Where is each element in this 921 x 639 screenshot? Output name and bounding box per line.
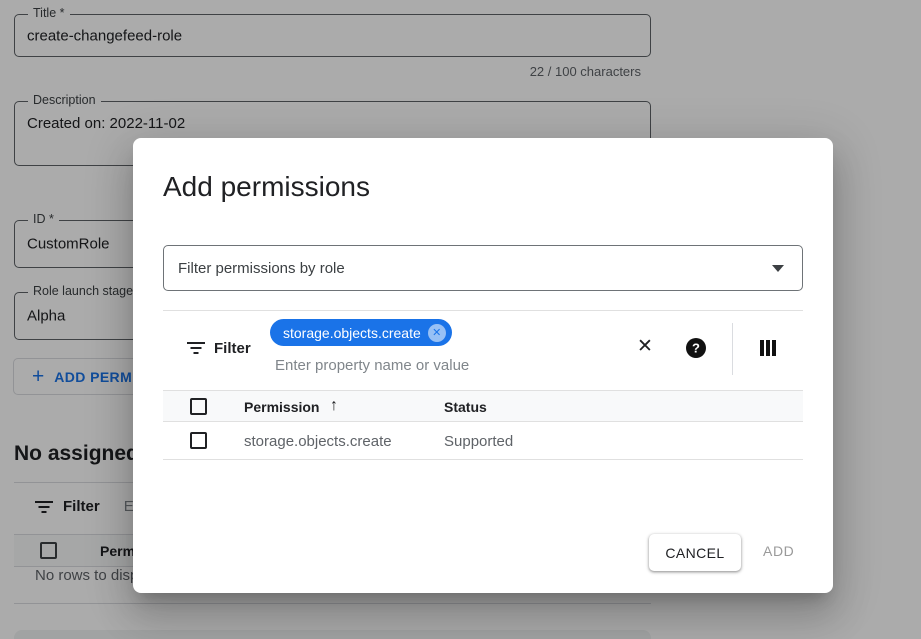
select-all-checkbox[interactable] — [190, 398, 207, 415]
add-permissions-dialog: Add permissions Filter permissions by ro… — [133, 138, 833, 593]
sort-ascending-icon[interactable]: ↑ — [330, 397, 338, 415]
chevron-down-icon — [772, 265, 784, 272]
help-icon[interactable]: ? — [686, 338, 706, 358]
clear-filters-icon[interactable]: ✕ — [637, 337, 653, 356]
column-display-options-icon[interactable] — [760, 340, 776, 356]
dialog-table-header: Permission ↑ Status — [163, 390, 803, 422]
help-glyph: ? — [692, 340, 700, 355]
dialog-filter-label: Filter — [214, 340, 251, 357]
add-button[interactable]: ADD — [763, 543, 794, 559]
dialog-title: Add permissions — [163, 171, 370, 203]
filter-icon — [187, 342, 205, 354]
status-column-header[interactable]: Status — [444, 399, 487, 415]
row-checkbox[interactable] — [190, 432, 207, 449]
filter-chip-label: storage.objects.create — [283, 325, 421, 341]
toolbar-divider — [163, 310, 803, 311]
chip-remove-icon[interactable]: ✕ — [428, 324, 446, 342]
dialog-filter-input[interactable]: Enter property name or value — [275, 357, 469, 374]
filter-chip[interactable]: storage.objects.create ✕ — [270, 319, 452, 346]
screen: Title * create-changefeed-role 22 / 100 … — [0, 0, 921, 639]
status-cell: Supported — [444, 433, 513, 450]
permission-table-row[interactable]: storage.objects.create Supported — [163, 423, 803, 460]
filter-permissions-by-role-select[interactable]: Filter permissions by role — [163, 245, 803, 291]
toolbar-vertical-divider — [732, 323, 733, 375]
cancel-button[interactable]: CANCEL — [649, 534, 741, 571]
permission-column-header[interactable]: Permission — [244, 399, 319, 415]
permission-cell: storage.objects.create — [244, 433, 392, 450]
role-select-placeholder: Filter permissions by role — [178, 260, 772, 277]
